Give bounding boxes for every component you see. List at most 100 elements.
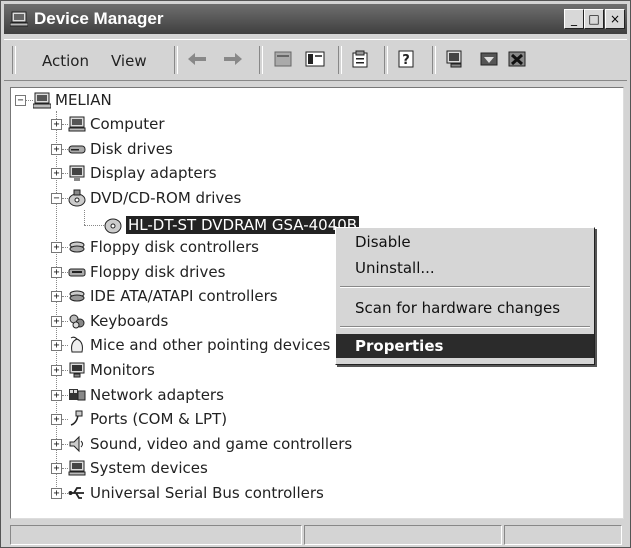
uninstall-icon[interactable] xyxy=(506,48,528,70)
expand-toggle[interactable]: + xyxy=(51,242,62,253)
status-pane-2 xyxy=(304,525,502,545)
menu-action[interactable]: Action xyxy=(42,52,89,70)
sound-icon xyxy=(69,435,83,453)
cdrom-drive-icon xyxy=(104,218,122,234)
keyboard-icon xyxy=(69,314,85,329)
tree-item-label: Keyboards xyxy=(90,311,169,330)
help-icon[interactable]: ? xyxy=(396,48,418,70)
update-driver-icon[interactable] xyxy=(478,48,500,70)
properties-icon[interactable] xyxy=(350,48,372,70)
expand-toggle[interactable]: + xyxy=(51,389,62,401)
expand-toggle[interactable]: + xyxy=(51,315,62,327)
tree-item-label: Disk drives xyxy=(90,139,173,158)
tree-child-dvd-device[interactable]: HL-DT-ST DVDRAM GSA-4040B xyxy=(104,214,360,236)
tree-item-label: Floppy disk drives xyxy=(90,262,226,281)
tree-item[interactable]: Sound, video and game controllers xyxy=(68,433,352,455)
floppy-icon xyxy=(68,268,86,277)
toolbar-separator xyxy=(432,46,436,74)
collapse-toggle[interactable]: − xyxy=(51,192,62,204)
tree-item[interactable]: Mice and other pointing devices xyxy=(68,334,330,356)
expand-toggle[interactable]: + xyxy=(51,414,62,426)
tree-item[interactable]: DVD/CD-ROM drives xyxy=(68,187,241,209)
expand-toggle[interactable]: + xyxy=(51,168,62,180)
tree-item[interactable]: Ports (COM & LPT) xyxy=(68,408,227,430)
port-icon xyxy=(70,410,83,426)
context-scan-hardware[interactable]: Scan for hardware changes xyxy=(336,296,594,320)
tree-item[interactable]: Floppy disk controllers xyxy=(68,236,259,258)
expand-toggle[interactable]: + xyxy=(51,143,62,155)
tree-item[interactable]: System devices xyxy=(68,457,208,479)
network-adapter-icon xyxy=(69,388,86,401)
tree-item[interactable]: Computer xyxy=(68,113,165,135)
expand-toggle[interactable]: + xyxy=(51,291,62,303)
collapse-toggle[interactable]: − xyxy=(15,95,26,106)
tree-item-label: DVD/CD-ROM drives xyxy=(90,188,242,207)
status-pane-1 xyxy=(10,525,302,545)
toolbar-separator xyxy=(384,46,388,74)
tree-item[interactable]: Display adapters xyxy=(68,162,217,184)
console-icon[interactable] xyxy=(304,48,326,70)
tree-item[interactable]: Network adapters xyxy=(68,384,224,406)
expand-toggle[interactable]: + xyxy=(51,365,62,376)
toolbar-separator xyxy=(259,46,263,74)
tree-item[interactable]: Floppy disk drives xyxy=(68,261,225,283)
svg-text:?: ? xyxy=(402,53,410,68)
cdrom-icon xyxy=(68,189,86,207)
tree-item-label: Display adapters xyxy=(90,164,217,183)
tree-item-label: Floppy disk controllers xyxy=(90,238,259,256)
tree-item-label: Mice and other pointing devices xyxy=(90,336,331,355)
toolbar-grip xyxy=(12,46,16,74)
disk-drive-icon xyxy=(68,145,86,154)
expand-toggle[interactable]: + xyxy=(51,340,62,352)
controller-icon xyxy=(69,241,85,253)
device-manager-window: Device Manager _ □ × Action View ? − MEL… xyxy=(0,0,631,548)
computer-root-icon xyxy=(33,92,51,109)
minimize-button[interactable]: _ xyxy=(564,9,584,29)
folder-tree-icon[interactable] xyxy=(272,48,294,70)
tree-item[interactable]: Keyboards xyxy=(68,310,168,332)
forward-arrow-icon[interactable] xyxy=(222,48,244,70)
status-pane-3 xyxy=(504,525,622,545)
maximize-button[interactable]: □ xyxy=(584,9,604,29)
device-manager-icon xyxy=(10,11,28,27)
context-properties[interactable]: Properties xyxy=(336,334,594,358)
menu-view[interactable]: View xyxy=(111,52,147,70)
tree-item-label: Computer xyxy=(90,115,165,133)
context-disable[interactable]: Disable xyxy=(336,230,594,254)
selected-device-label: HL-DT-ST DVDRAM GSA-4040B xyxy=(126,216,360,234)
tree-item-label: Network adapters xyxy=(90,385,224,404)
context-menu: Disable Uninstall... Scan for hardware c… xyxy=(335,227,595,365)
scan-hardware-icon[interactable] xyxy=(444,48,466,70)
monitor-icon xyxy=(69,362,85,378)
tree-item-label: Sound, video and game controllers xyxy=(90,434,353,453)
tree-root[interactable]: MELIAN xyxy=(33,89,112,111)
tree-item[interactable]: IDE ATA/ATAPI controllers xyxy=(68,285,278,307)
tree-item[interactable]: Monitors xyxy=(68,359,155,381)
ide-controller-icon xyxy=(69,290,85,302)
expand-toggle[interactable]: + xyxy=(51,463,62,475)
tree-item-label: IDE ATA/ATAPI controllers xyxy=(90,287,278,306)
expand-toggle[interactable]: + xyxy=(51,488,62,499)
expand-toggle[interactable]: + xyxy=(51,438,62,450)
close-button[interactable]: × xyxy=(605,9,625,29)
mouse-icon xyxy=(70,337,83,353)
computer-icon xyxy=(68,116,86,132)
tree-item[interactable]: Universal Serial Bus controllers xyxy=(68,482,324,504)
window-title: Device Manager xyxy=(34,9,164,28)
tree-item-label: Ports (COM & LPT) xyxy=(90,410,228,429)
tree-item-label: Monitors xyxy=(90,361,155,379)
display-adapter-icon xyxy=(69,165,85,182)
tree-item-label: Universal Serial Bus controllers xyxy=(90,484,324,502)
toolbar: Action View ? xyxy=(4,39,627,81)
tree-item[interactable]: Disk drives xyxy=(68,138,173,160)
toolbar-separator xyxy=(338,46,342,74)
system-device-icon xyxy=(68,460,86,476)
context-separator xyxy=(340,326,590,328)
toolbar-separator xyxy=(174,46,178,74)
title-bar[interactable]: Device Manager _ □ × xyxy=(4,4,627,34)
back-arrow-icon[interactable] xyxy=(186,48,208,70)
tree-root-label: MELIAN xyxy=(55,91,112,109)
expand-toggle[interactable]: + xyxy=(51,266,62,278)
context-uninstall[interactable]: Uninstall... xyxy=(336,256,594,280)
expand-toggle[interactable]: + xyxy=(51,119,62,130)
